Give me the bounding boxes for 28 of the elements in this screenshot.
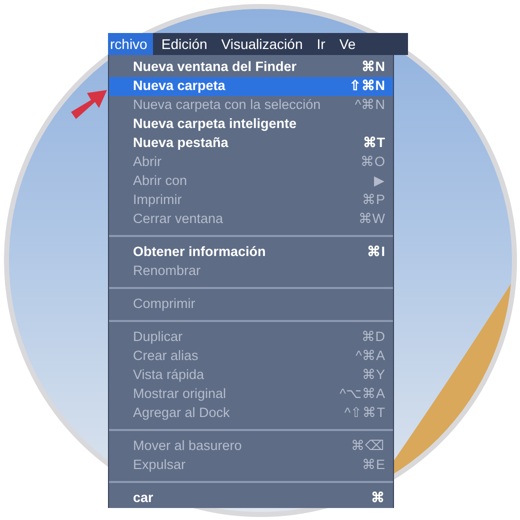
menu-bar-item[interactable]: Edición	[155, 33, 214, 55]
menu-item[interactable]: Nueva carpeta inteligente	[109, 115, 393, 134]
menu-bar-item[interactable]: Ve	[333, 33, 362, 55]
shortcut-label: ⌘W	[358, 210, 385, 228]
menu-bar-item[interactable]: rchivo	[108, 33, 154, 55]
shortcut-label: ⌘	[371, 489, 385, 508]
shortcut-label: ⌘Y	[362, 366, 385, 384]
shortcut-label: ▶	[374, 172, 385, 190]
shortcut-label: ⌘I	[367, 243, 385, 262]
shortcut-label: ⌘D	[361, 328, 385, 346]
menu-item[interactable]: Obtener información ⌘I	[109, 243, 393, 262]
menu-bar-item[interactable]: Ir	[310, 33, 332, 55]
shortcut-label: ^⌘A	[356, 347, 385, 366]
menu-item[interactable]: Nueva pestaña ⌘T	[109, 134, 393, 153]
shortcut-label: ⌘T	[362, 134, 385, 152]
shortcut-label: ⌘E	[362, 456, 385, 474]
shortcut-label: ^⌘N	[354, 96, 385, 114]
menu-bar-item[interactable]: Visualización	[215, 33, 309, 55]
shortcut-label: ^⌥⌘A	[340, 385, 385, 404]
shortcut-label: ⇧⌘N	[349, 77, 385, 96]
shortcut-label: ^⇧⌘T	[344, 404, 385, 422]
shortcut-label: ⌘⌫	[351, 437, 385, 456]
menu-item[interactable]: Nueva carpeta ⇧⌘N	[109, 77, 393, 96]
shortcut-label: ⌘P	[362, 191, 385, 210]
menu-item[interactable]: Nueva ventana del Finder ⌘N	[109, 58, 393, 77]
shortcut-label: ⌘N	[361, 58, 385, 76]
shortcut-label: ⌘O	[360, 153, 385, 172]
menu-item[interactable]: car ⌘	[109, 489, 393, 508]
